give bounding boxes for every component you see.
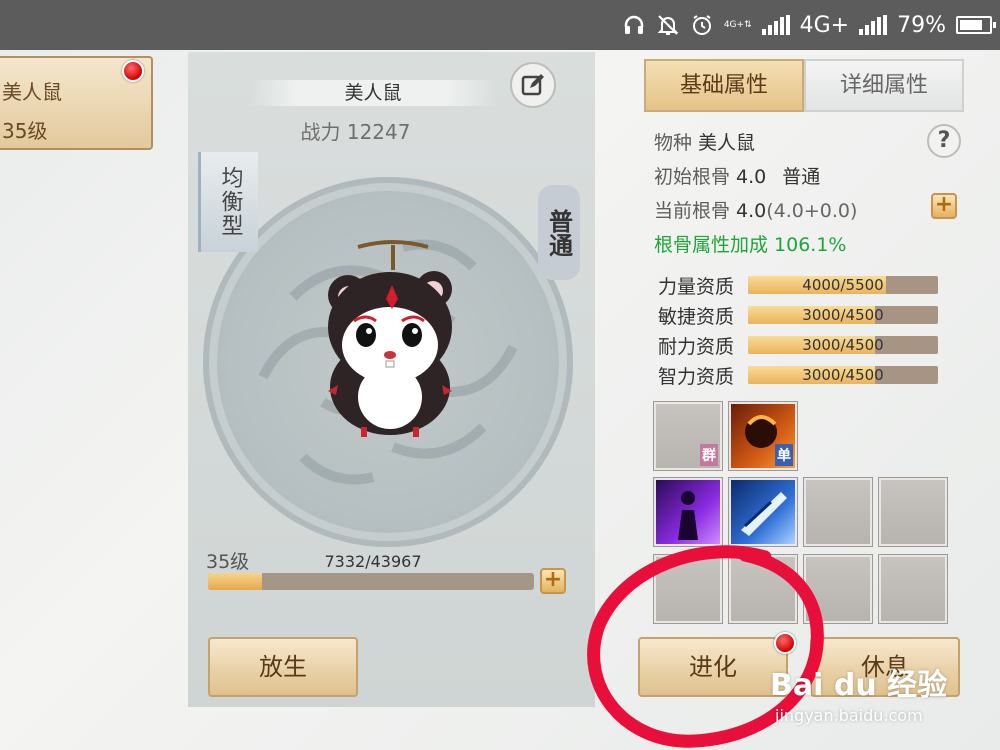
initial-bone-value: 4.0 <box>736 166 767 188</box>
initial-bone-grade: 普通 <box>782 166 821 188</box>
species-row: 物种 美人鼠 <box>654 128 755 155</box>
alarm-icon <box>690 13 714 37</box>
skill-slot-shadow[interactable] <box>653 477 723 547</box>
stat-row: 力量资质 4000/5500 <box>658 274 938 298</box>
stat-value: 4000/5500 <box>802 276 884 294</box>
network-type-small: 4G+ ⇅ <box>723 20 752 30</box>
stat-row: 智力资质 3000/4500 <box>658 364 938 388</box>
watermark-brand: Bai du 经验 <box>770 668 948 703</box>
battery-icon <box>956 16 996 34</box>
baidu-watermark: Bai du 经验 jingyan.baidu.com <box>760 640 990 740</box>
pet-list-item[interactable]: 美人鼠 35级 <box>0 56 153 150</box>
add-exp-button[interactable]: + <box>540 568 566 594</box>
stat-value: 3000/4500 <box>802 366 884 384</box>
exp-progress-fill <box>208 573 263 590</box>
skill-slot[interactable]: 群 <box>653 401 723 471</box>
initial-bone-row: 初始根骨 4.0 普通 <box>654 162 820 189</box>
edit-icon <box>521 74 544 96</box>
exp-value: 7332/43967 <box>324 552 422 571</box>
skill-slot-empty[interactable] <box>878 477 948 547</box>
question-icon: ? <box>937 128 951 153</box>
watermark-url: jingyan.baidu.com <box>775 706 923 725</box>
stat-value: 3000/4500 <box>802 306 884 324</box>
current-bone-detail: (4.0+0.0) <box>766 200 858 222</box>
stat-row: 敏捷资质 3000/4500 <box>658 304 938 328</box>
pet-card-level: 35级 <box>2 119 48 143</box>
attribute-tabs: 基础属性 详细属性 <box>644 59 964 112</box>
notification-dot <box>122 60 144 82</box>
network-type: 4G+ <box>799 12 850 38</box>
add-bone-button[interactable]: + <box>931 193 957 219</box>
stat-bar: 4000/5500 <box>748 276 938 294</box>
tab-basic-attributes[interactable]: 基础属性 <box>644 59 804 112</box>
stat-bar: 3000/4500 <box>748 306 938 324</box>
species-label: 物种 <box>654 132 693 154</box>
mute-bell-icon <box>656 13 680 37</box>
skill-slot-empty[interactable] <box>803 554 873 624</box>
signal-icon <box>761 15 790 35</box>
pet-name: 美人鼠 <box>248 80 498 106</box>
attributes-panel: 基础属性 详细属性 物种 美人鼠 ? 初始根骨 4.0 普通 当前根骨 4.0(4.0+… <box>638 56 968 711</box>
stat-row: 耐力资质 3000/4500 <box>658 334 938 358</box>
stat-bar: 3000/4500 <box>748 336 938 354</box>
pet-type-tag: 均衡型 <box>198 152 258 252</box>
shadow-figure-skill-icon <box>678 491 698 540</box>
release-button[interactable]: 放生 <box>208 637 358 697</box>
plus-icon: + <box>934 192 954 217</box>
rename-button[interactable] <box>510 62 556 108</box>
tab-detailed-attributes[interactable]: 详细属性 <box>804 59 964 112</box>
skill-slot-fire-fist[interactable]: 单 <box>728 401 798 471</box>
pet-quality-tag: 普通 <box>538 185 580 280</box>
skill-badge-group: 群 <box>700 444 718 466</box>
pet-hamster-image <box>328 240 452 437</box>
stat-label: 力量资质 <box>658 275 735 298</box>
blue-blade-skill-icon <box>741 492 787 536</box>
skill-slot-empty[interactable] <box>653 554 723 624</box>
bone-bonus: 根骨属性加成 106.1% <box>654 234 847 256</box>
headphones-icon <box>622 13 646 37</box>
skill-badge-single: 单 <box>775 444 793 466</box>
stat-label: 智力资质 <box>658 365 735 388</box>
stat-bar: 3000/4500 <box>748 366 938 384</box>
skill-slot-blade[interactable] <box>728 477 798 547</box>
stat-label: 耐力资质 <box>658 335 735 358</box>
initial-bone-label: 初始根骨 <box>654 166 731 188</box>
stat-value: 3000/4500 <box>802 336 884 354</box>
battery-percent: 79% <box>897 12 946 38</box>
current-bone-row: 当前根骨 4.0(4.0+0.0) <box>654 196 857 223</box>
skill-slot-empty[interactable] <box>728 554 798 624</box>
exp-progress-bar <box>208 573 534 590</box>
pet-level: 35级 <box>206 551 250 573</box>
skill-slot-empty[interactable] <box>878 554 948 624</box>
status-bar: 4G+ ⇅ 4G+ 79% <box>0 0 1000 50</box>
signal-icon-2 <box>859 15 888 35</box>
species-value: 美人鼠 <box>698 132 756 154</box>
plus-icon: + <box>543 567 563 592</box>
current-bone-label: 当前根骨 <box>654 200 731 222</box>
pet-display-panel: 美人鼠 战力 12247 均衡型 普通 35级 7332/43967 + 放生 <box>188 52 595 707</box>
help-button[interactable]: ? <box>927 124 961 158</box>
current-bone-value: 4.0 <box>736 200 767 222</box>
combat-power: 战力 12247 <box>300 120 411 144</box>
skill-slot-empty[interactable] <box>803 477 873 547</box>
stat-label: 敏捷资质 <box>658 305 735 328</box>
